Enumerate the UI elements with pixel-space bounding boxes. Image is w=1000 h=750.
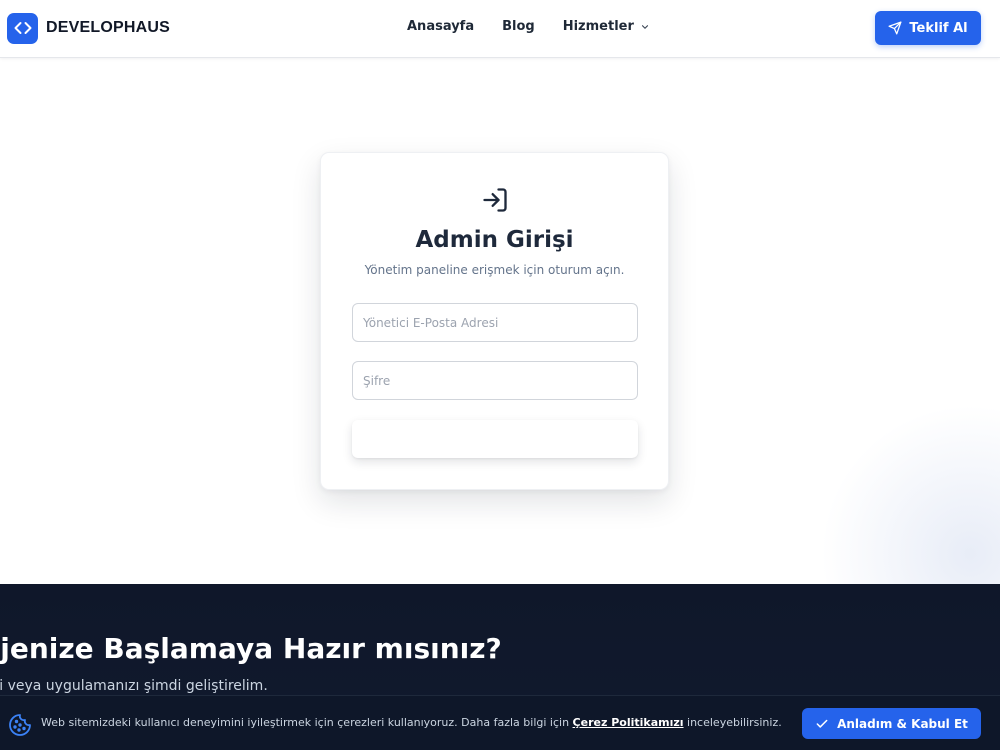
- login-title: Admin Girişi: [415, 227, 574, 253]
- cookie-banner: Web sitemizdeki kullanıcı deneyimini iyi…: [0, 695, 1000, 750]
- brand-name: DEVELOPHAUS: [46, 19, 170, 36]
- cta-section-title: ojenize Başlamaya Hazır mısınız?: [0, 632, 502, 665]
- login-subtitle: Yönetim paneline erişmek için oturum açı…: [364, 263, 625, 277]
- login-icon: [483, 188, 507, 212]
- cookie-message: Web sitemizdeki kullanıcı deneyimini iyi…: [41, 716, 782, 729]
- main-nav: Anasayfa Blog Hizmetler: [407, 19, 650, 34]
- main-content: Admin Girişi Yönetim paneline erişmek iç…: [0, 58, 1000, 584]
- nav-item-blog[interactable]: Blog: [502, 19, 535, 34]
- background-glow: [820, 404, 1000, 584]
- nav-item-hizmetler[interactable]: Hizmetler: [563, 19, 650, 34]
- cookie-policy-link[interactable]: Çerez Politikamızı: [573, 716, 684, 729]
- brand[interactable]: DEVELOPHAUS: [7, 12, 170, 44]
- accept-cookies-label: Anladım & Kabul Et: [837, 716, 968, 731]
- check-icon: [816, 719, 828, 728]
- login-card: Admin Girişi Yönetim paneline erişmek iç…: [320, 152, 669, 490]
- cta-section-subtitle: izi veya uygulamanızı şimdi geliştirelim…: [0, 678, 268, 694]
- nav-item-label: Anasayfa: [407, 19, 475, 34]
- accept-cookies-button[interactable]: Anladım & Kabul Et: [802, 708, 981, 739]
- site-header: DEVELOPHAUS Anasayfa Blog Hizmetler Tekl…: [0, 0, 1000, 58]
- teklif-al-label: Teklif Al: [909, 20, 968, 36]
- cookie-icon: [9, 714, 31, 736]
- code-icon: [7, 12, 38, 44]
- nav-item-label: Hizmetler: [562, 19, 634, 34]
- password-field[interactable]: [352, 361, 638, 400]
- email-field[interactable]: [352, 303, 638, 342]
- teklif-al-button[interactable]: Teklif Al: [875, 11, 981, 45]
- send-icon: [888, 21, 902, 35]
- nav-item-anasayfa[interactable]: Anasayfa: [407, 19, 474, 34]
- nav-item-label: Blog: [502, 19, 535, 34]
- cookie-text-after: inceleyebilirsiniz.: [683, 716, 782, 729]
- cookie-text-before: Web sitemizdeki kullanıcı deneyimini iyi…: [41, 716, 573, 729]
- chevron-down-icon: [641, 24, 648, 29]
- login-submit-button[interactable]: [352, 420, 638, 458]
